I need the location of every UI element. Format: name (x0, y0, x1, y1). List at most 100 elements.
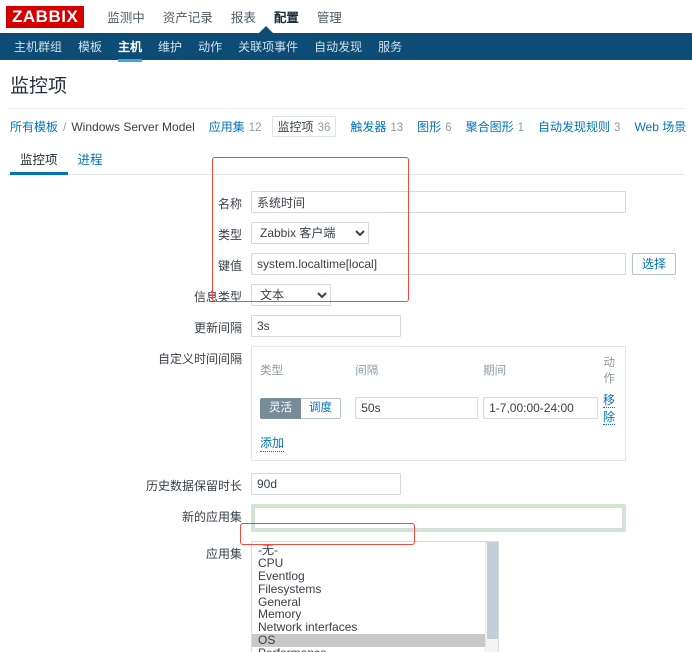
label-value-type: 信息类型 (193, 290, 242, 304)
applications-scrollbar[interactable] (485, 542, 498, 652)
type-select[interactable]: Zabbix 客户端 (251, 222, 369, 244)
breadcrumb-discovery-rules-label[interactable]: 自动发现规则 (538, 118, 610, 135)
zabbix-logo[interactable]: ZABBIX (6, 5, 85, 28)
tab-preprocessing[interactable]: 进程 (68, 146, 113, 174)
update-interval-input[interactable] (251, 315, 401, 337)
list-item[interactable]: Eventlog (252, 570, 498, 583)
form-row-type: 类型 Zabbix 客户端 (8, 222, 684, 244)
breadcrumb-graphs[interactable]: 图形 6 (417, 118, 451, 135)
select-key-button[interactable]: 选择 (632, 253, 677, 275)
item-form: 名称 类型 Zabbix 客户端 键值 选择 信息类型 (8, 175, 684, 652)
breadcrumb-discovery-rules[interactable]: 自动发现规则 3 (538, 118, 620, 135)
label-update-interval: 更新间隔 (193, 321, 242, 335)
label-new-application: 新的应用集 (181, 510, 242, 524)
cell-period-value (483, 390, 603, 427)
top-navigation: ZABBIX 监测中 资产记录 报表 配置 管理 (0, 0, 692, 33)
label-key: 键值 (217, 259, 242, 273)
breadcrumb-applications-label[interactable]: 应用集 (209, 118, 245, 135)
subnav-item-actions[interactable]: 动作 (190, 33, 230, 61)
breadcrumb-items-label: 监控项 (277, 120, 314, 134)
breadcrumb-items-count: 36 (317, 122, 331, 134)
cell-interval-type: 灵活 调度 (260, 390, 355, 427)
page-title: 监控项 (10, 76, 68, 97)
label-history: 历史数据保留时长 (145, 479, 242, 493)
toggle-option-scheduling[interactable]: 调度 (301, 397, 341, 419)
interval-input[interactable] (355, 397, 479, 419)
toggle-option-flexible[interactable]: 灵活 (260, 397, 301, 419)
col-header-type: 类型 (260, 365, 283, 377)
list-item[interactable]: General (252, 595, 498, 609)
breadcrumb-all-templates[interactable]: 所有模板 (10, 118, 58, 135)
breadcrumb-web-scenarios-label[interactable]: Web 场景 (634, 118, 686, 135)
list-item[interactable]: Filesystems (252, 583, 498, 596)
subnav-item-hosts[interactable]: 主机 (110, 33, 150, 62)
new-application-input[interactable] (254, 507, 623, 529)
form-row-applications: 应用集 -无- CPU Eventlog Filesystems General… (8, 541, 684, 652)
breadcrumb-template-name: Windows Server Model (71, 119, 195, 134)
form-tabs: 监控项 进程 (8, 149, 684, 175)
label-type: 类型 (217, 228, 242, 242)
breadcrumb-screens-count: 1 (517, 122, 525, 134)
breadcrumb-applications[interactable]: 应用集 12 (209, 118, 262, 135)
form-row-custom-intervals: 自定义时间间隔 类型 间隔 期间 动作 灵活 调度 50s 1-7,00:00-… (8, 346, 684, 461)
form-row-key: 键值 选择 (8, 253, 684, 275)
breadcrumb-screens-label[interactable]: 聚合图形 (466, 118, 514, 135)
history-input[interactable] (251, 473, 401, 495)
list-item-selected[interactable]: OS (252, 634, 498, 647)
breadcrumb-triggers[interactable]: 触发器 13 (350, 118, 403, 135)
add-interval-link[interactable]: 添加 (260, 434, 285, 452)
custom-intervals-table: 类型 间隔 期间 动作 灵活 调度 50s 1-7,00:00-24:00 移除 (260, 353, 617, 427)
topnav-item-administration[interactable]: 管理 (308, 3, 351, 30)
breadcrumb: 所有模板 / Windows Server Model 应用集 12 监控项 3… (8, 108, 686, 143)
applications-listbox-inner: -无- CPU Eventlog Filesystems General Mem… (252, 542, 498, 652)
remove-interval-link[interactable]: 移除 (602, 393, 615, 425)
new-application-highlight (251, 504, 626, 532)
breadcrumb-graphs-label[interactable]: 图形 (417, 118, 441, 135)
subnav-item-maintenance[interactable]: 维护 (150, 33, 190, 61)
tab-item[interactable]: 监控项 (10, 146, 68, 175)
topnav-item-inventory[interactable]: 资产记录 (154, 3, 222, 30)
list-item[interactable]: -无- (252, 544, 498, 557)
custom-intervals-row: 灵活 调度 50s 1-7,00:00-24:00 移除 (260, 390, 617, 427)
subnav-item-host-groups[interactable]: 主机群组 (6, 33, 70, 61)
cell-interval-value (355, 390, 483, 427)
name-input[interactable] (251, 191, 626, 213)
breadcrumb-graphs-count: 6 (445, 122, 452, 134)
form-row-history: 历史数据保留时长 (8, 473, 684, 495)
list-item[interactable]: Performance (252, 647, 498, 652)
form-row-value-type: 信息类型 文本 (8, 284, 684, 306)
col-header-interval: 间隔 (355, 365, 379, 377)
subnav-item-event-correlation[interactable]: 关联项事件 (230, 33, 306, 61)
subnav-item-templates[interactable]: 模板 (70, 33, 110, 61)
breadcrumb-applications-count: 12 (248, 122, 262, 134)
breadcrumb-triggers-count: 13 (390, 122, 404, 134)
form-row-new-application: 新的应用集 (8, 504, 684, 532)
label-custom-intervals: 自定义时间间隔 (157, 352, 242, 366)
applications-scrollbar-thumb[interactable] (487, 542, 498, 639)
label-name: 名称 (217, 197, 242, 211)
value-type-select[interactable]: 文本 (251, 284, 331, 306)
subnav-item-discovery[interactable]: 自动发现 (306, 33, 370, 61)
list-item[interactable]: CPU (252, 557, 498, 570)
period-input[interactable] (483, 397, 599, 419)
sub-navigation: 主机群组 模板 主机 维护 动作 关联项事件 自动发现 服务 (0, 26, 692, 62)
breadcrumb-triggers-label[interactable]: 触发器 (350, 118, 386, 135)
breadcrumb-web-scenarios[interactable]: Web 场景 (634, 118, 686, 135)
interval-type-toggle[interactable]: 灵活 调度 (260, 397, 341, 419)
label-applications: 应用集 (205, 547, 242, 561)
breadcrumb-screens[interactable]: 聚合图形 1 (466, 118, 524, 135)
topnav-item-monitoring[interactable]: 监测中 (98, 3, 154, 30)
custom-intervals-box: 类型 间隔 期间 动作 灵活 调度 50s 1-7,00:00-24:00 移除… (251, 346, 626, 461)
custom-intervals-header-row: 类型 间隔 期间 动作 (260, 353, 617, 390)
breadcrumb-discovery-rules-count: 3 (614, 122, 621, 134)
breadcrumb-items[interactable]: 监控项 36 (271, 116, 337, 137)
list-item[interactable]: Memory (252, 608, 498, 621)
breadcrumb-separator: / (63, 119, 67, 134)
applications-listbox[interactable]: -无- CPU Eventlog Filesystems General Mem… (251, 541, 499, 652)
cell-action: 移除 (602, 390, 617, 427)
list-item[interactable]: Network interfaces (252, 621, 498, 634)
key-input[interactable] (251, 253, 626, 275)
col-header-action: 动作 (603, 357, 616, 385)
subnav-item-services[interactable]: 服务 (370, 33, 410, 61)
col-header-period: 期间 (483, 365, 507, 377)
